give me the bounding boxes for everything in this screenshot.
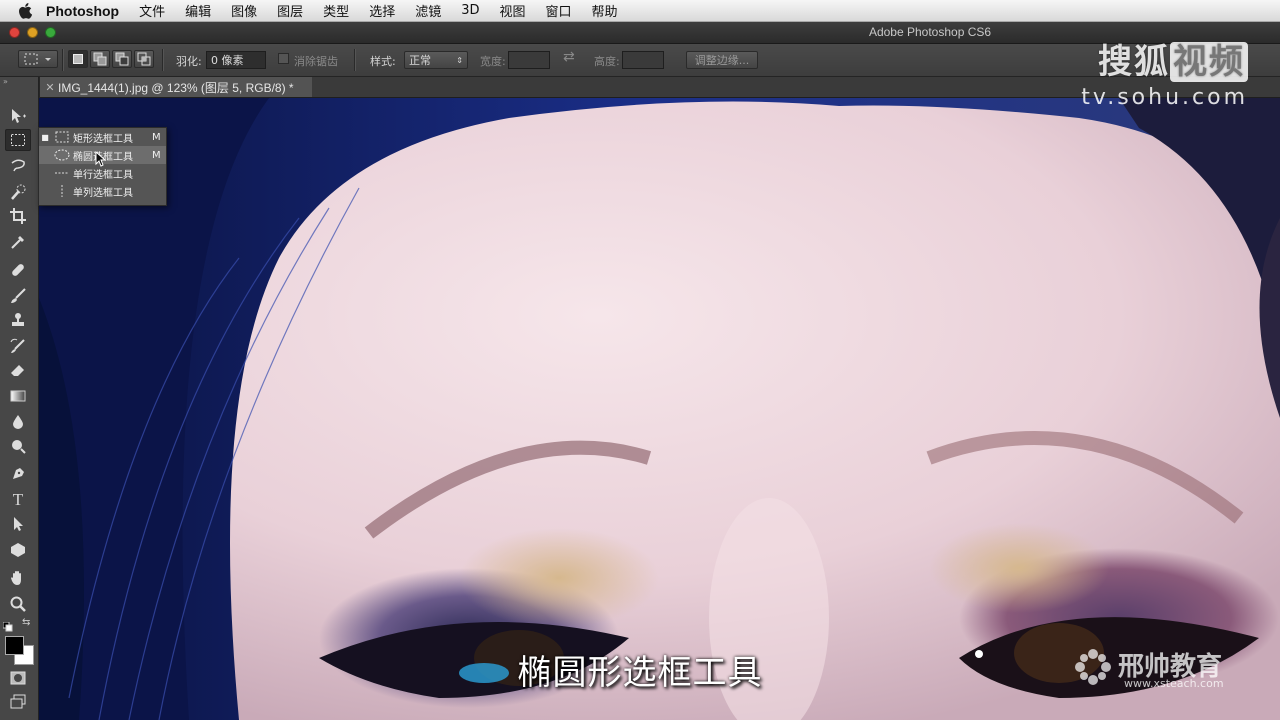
antialias-checkbox[interactable] — [278, 53, 289, 64]
eraser-tool-icon[interactable] — [5, 359, 31, 381]
brand-site: www.xsteach.com — [1124, 677, 1224, 690]
feather-label: 羽化: — [176, 55, 202, 68]
style-label: 样式: — [370, 55, 396, 68]
default-colors-icon[interactable] — [2, 617, 13, 632]
swap-dimensions-icon[interactable]: ⇄ — [563, 49, 575, 65]
zoom-tool-icon[interactable] — [5, 593, 31, 615]
feather-input[interactable]: 0 像素 — [206, 51, 266, 69]
document-tab[interactable]: ✕ IMG_1444(1).jpg @ 123% (图层 5, RGB/8) * — [40, 77, 312, 97]
dodge-tool-icon[interactable] — [5, 435, 31, 457]
sohu-logo-video-text: 视频 — [1170, 42, 1248, 82]
history-brush-tool-icon[interactable] — [5, 335, 31, 357]
flyout-item-label: 单行选框工具 — [73, 169, 133, 181]
flyout-item-shortcut: M — [152, 131, 161, 143]
apple-icon[interactable] — [16, 2, 34, 20]
intersect-selection-icon — [137, 52, 151, 66]
subtract-from-selection-button[interactable] — [112, 50, 132, 68]
refine-edge-button[interactable]: 调整边缘... — [686, 51, 758, 69]
single-row-marquee-icon — [51, 170, 73, 176]
menu-layer[interactable]: 图层 — [277, 1, 303, 20]
intersect-selection-button[interactable] — [134, 50, 154, 68]
subtract-selection-icon — [115, 52, 129, 66]
flyout-item-shortcut: M — [152, 149, 161, 161]
gradient-tool-icon[interactable] — [5, 385, 31, 407]
height-label: 高度: — [594, 55, 620, 68]
flyout-item-single-column-marquee[interactable]: 单列选框工具 — [39, 182, 166, 200]
rect-marquee-icon — [51, 131, 73, 143]
brush-tool-icon[interactable] — [5, 285, 31, 307]
menu-edit[interactable]: 编辑 — [185, 1, 211, 20]
antialias-label: 消除锯齿 — [294, 55, 338, 68]
hand-tool-icon[interactable] — [5, 567, 31, 589]
clone-stamp-tool-icon[interactable] — [5, 309, 31, 331]
type-tool-icon[interactable]: T — [5, 489, 31, 511]
flyout-item-label: 单列选框工具 — [73, 187, 133, 199]
style-select-value: 正常 — [409, 54, 431, 67]
new-selection-icon — [73, 54, 83, 64]
sohu-logo-text: 搜狐 — [1098, 42, 1170, 82]
pen-tool-icon[interactable] — [5, 463, 31, 485]
close-document-icon[interactable]: ✕ — [42, 81, 58, 94]
height-input[interactable] — [622, 51, 664, 69]
tools-panel: » T ⇆ — [0, 77, 39, 720]
width-input[interactable] — [508, 51, 550, 69]
minimize-window-button[interactable] — [27, 27, 38, 38]
document-tab-title: IMG_1444(1).jpg @ 123% (图层 5, RGB/8) * — [58, 80, 294, 95]
menu-3d[interactable]: 3D — [461, 3, 479, 18]
style-select[interactable]: 正常 ⇕ — [404, 51, 468, 69]
width-label: 宽度: — [480, 55, 506, 68]
move-tool-icon[interactable] — [5, 105, 31, 127]
ellipse-marquee-icon — [51, 149, 73, 161]
lasso-tool-icon[interactable] — [5, 155, 31, 177]
flyout-item-label: 椭圆选框工具 — [73, 151, 133, 163]
menu-type[interactable]: 类型 — [323, 1, 349, 20]
mouse-cursor-icon — [95, 151, 107, 167]
photo-portrait-eyes — [39, 98, 1280, 720]
path-selection-tool-icon[interactable] — [5, 513, 31, 535]
tool-preset-picker[interactable] — [18, 50, 58, 68]
blur-tool-icon[interactable] — [5, 411, 31, 433]
mac-menu-bar: Photoshop 文件 编辑 图像 图层 类型 选择 滤镜 3D 视图 窗口 … — [0, 0, 1280, 22]
menu-select[interactable]: 选择 — [369, 1, 395, 20]
single-column-marquee-icon — [51, 184, 73, 198]
menu-window[interactable]: 窗口 — [546, 1, 572, 20]
document-canvas[interactable] — [39, 98, 1280, 720]
new-selection-button[interactable] — [68, 50, 88, 68]
menu-image[interactable]: 图像 — [231, 1, 257, 20]
eyedropper-tool-icon[interactable] — [5, 231, 31, 253]
crop-tool-icon[interactable] — [5, 205, 31, 227]
screen-mode-icon[interactable] — [5, 691, 31, 713]
app-menu-photoshop[interactable]: Photoshop — [46, 3, 119, 19]
flyout-item-label: 矩形选框工具 — [73, 133, 133, 145]
swap-colors-icon[interactable]: ⇆ — [22, 617, 30, 628]
menu-view[interactable]: 视图 — [500, 1, 526, 20]
rect-marquee-tool-icon[interactable] — [5, 129, 31, 151]
shape-tool-icon[interactable] — [5, 539, 31, 561]
menu-help[interactable]: 帮助 — [592, 1, 618, 20]
current-tool-bullet-icon: ■ — [41, 132, 49, 142]
sohu-watermark: 搜狐视频 tv.sohu.com — [1081, 34, 1248, 110]
menu-filter[interactable]: 滤镜 — [415, 1, 441, 20]
zoom-window-button[interactable] — [45, 27, 56, 38]
quick-selection-tool-icon[interactable] — [5, 181, 31, 203]
healing-brush-tool-icon[interactable] — [5, 259, 31, 281]
add-to-selection-button[interactable] — [90, 50, 110, 68]
brand-logo-icon — [1075, 649, 1111, 685]
select-arrows-icon: ⇕ — [456, 55, 463, 65]
add-selection-icon — [93, 52, 107, 66]
menu-file[interactable]: 文件 — [139, 1, 165, 20]
flyout-item-rect-marquee[interactable]: ■ 矩形选框工具 M — [39, 128, 166, 146]
sohu-url: tv.sohu.com — [1081, 85, 1248, 110]
panel-collapse-icon[interactable]: » — [0, 77, 38, 87]
close-window-button[interactable] — [9, 27, 20, 38]
rect-marquee-preset-icon — [24, 53, 51, 65]
